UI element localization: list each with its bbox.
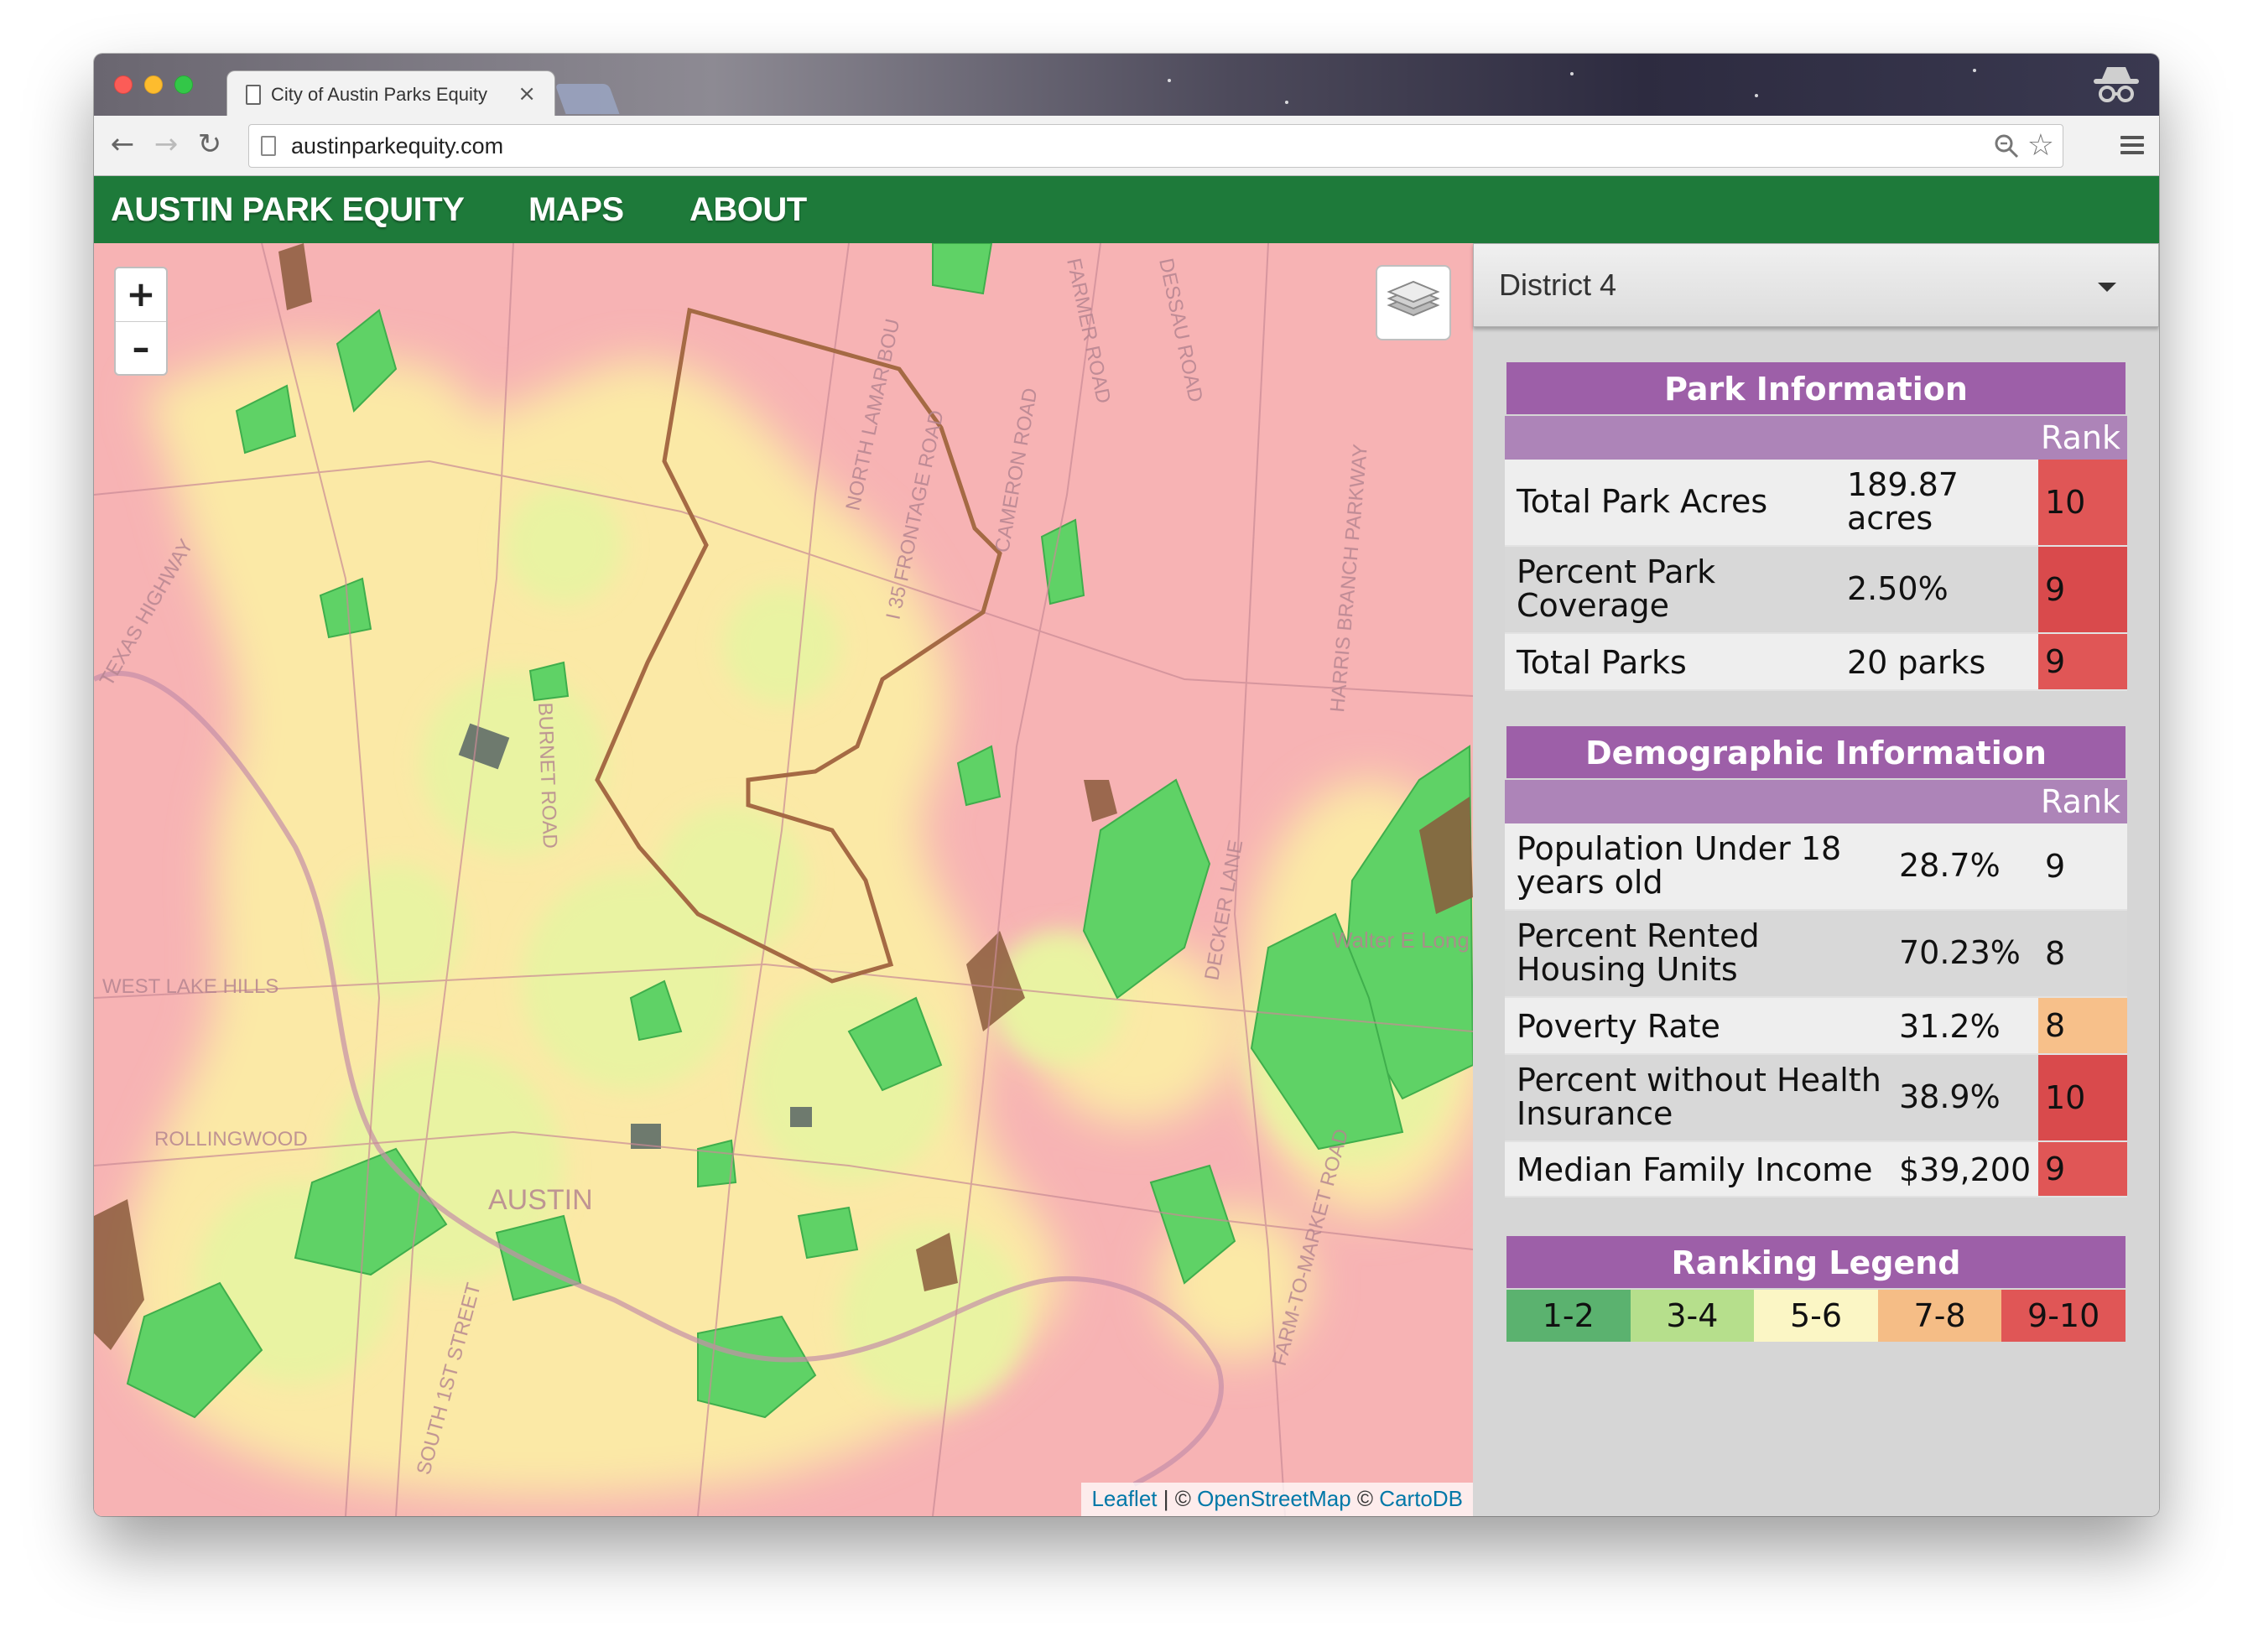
table-row: Total Parks 20 parks 9 <box>1505 634 2127 691</box>
table-row: Total Park Acres 189.87 acres 10 <box>1505 460 2127 547</box>
map-tiles: WEST LAKE HILLS ROLLINGWOOD AUSTIN BURNE… <box>94 243 1473 1516</box>
new-tab-button[interactable] <box>554 84 620 114</box>
zoom-in-button[interactable]: + <box>116 268 166 322</box>
row-value: 31.2% <box>1899 1008 2001 1045</box>
rank-cell: 9 <box>2038 634 2127 689</box>
row-value: 189.87 acres <box>1847 466 1959 537</box>
row-label: Poverty Rate <box>1517 1008 1720 1045</box>
page-icon <box>261 136 276 156</box>
table-row: Percent Park Coverage 2.50% 9 <box>1505 547 2127 634</box>
legend-item: 5-6 <box>1754 1290 1878 1342</box>
row-value: 2.50% <box>1847 570 1949 607</box>
district-select-value: District 4 <box>1499 268 1617 302</box>
row-value: 70.23% <box>1899 934 2021 971</box>
leaflet-link[interactable]: Leaflet <box>1091 1486 1157 1511</box>
map-label-rollingwood: ROLLINGWOOD <box>154 1128 308 1151</box>
attribution-sep-2: © <box>1350 1486 1380 1511</box>
layers-control-button[interactable] <box>1376 265 1451 340</box>
back-arrow-icon[interactable]: ← <box>106 127 139 161</box>
nav-maps-link[interactable]: MAPS <box>528 191 624 229</box>
zoom-icon[interactable] <box>1994 133 2019 158</box>
site-navbar: AUSTIN PARK EQUITY MAPS ABOUT <box>94 176 2159 243</box>
park-info-panel: Park Information Rank Total Park Acres 1… <box>1505 361 2127 691</box>
legend-item: 3-4 <box>1630 1290 1755 1342</box>
table-row: Median Family Income $39,200 9 <box>1505 1142 2127 1197</box>
legend-item: 7-8 <box>1877 1290 2002 1342</box>
browser-titlebar: City of Austin Parks Equity × <box>94 54 2159 116</box>
osm-link[interactable]: OpenStreetMap <box>1197 1486 1351 1511</box>
close-window-button[interactable] <box>114 75 133 94</box>
row-value: 38.9% <box>1899 1078 2001 1115</box>
site-brand-link[interactable]: AUSTIN PARK EQUITY <box>111 191 465 229</box>
chevron-down-icon <box>2098 283 2116 292</box>
rank-cell: 10 <box>2038 460 2127 545</box>
tab-close-button[interactable]: × <box>518 81 536 106</box>
browser-menu-icon[interactable] <box>2120 136 2144 154</box>
browser-window: City of Austin Parks Equity × ← → ↻ aust… <box>94 54 2159 1516</box>
map-attribution: Leaflet | © OpenStreetMap © CartoDB <box>1081 1483 1473 1516</box>
browser-tab[interactable]: City of Austin Parks Equity × <box>226 70 555 116</box>
table-row: Population Under 18 years old 28.7% 9 <box>1505 823 2127 911</box>
demographic-info-panel: Demographic Information Rank Population … <box>1505 725 2127 1197</box>
cartodb-link[interactable]: CartoDB <box>1379 1486 1463 1511</box>
row-label: Percent without Health Insurance <box>1517 1062 1881 1132</box>
layers-icon <box>1387 280 1440 317</box>
rank-cell: 9 <box>2038 547 2127 632</box>
rank-cell: 9 <box>2045 848 2066 885</box>
ranking-legend-title: Ranking Legend <box>1505 1234 2127 1290</box>
legend-item: 1-2 <box>1506 1290 1631 1342</box>
nav-about-link[interactable]: ABOUT <box>689 191 807 229</box>
row-value: 28.7% <box>1899 847 2001 884</box>
forward-arrow-icon[interactable]: → <box>149 127 183 161</box>
rank-cell: 10 <box>2038 1055 2127 1140</box>
table-row: Poverty Rate 31.2% 8 <box>1505 998 2127 1055</box>
address-bar[interactable]: austinparkequity.com ☆ <box>248 124 2063 168</box>
url-text[interactable]: austinparkequity.com <box>291 133 503 159</box>
park-equity-map[interactable]: WEST LAKE HILLS ROLLINGWOOD AUSTIN BURNE… <box>94 243 1473 1516</box>
map-label-austin: AUSTIN <box>488 1184 593 1216</box>
page-icon <box>246 85 261 105</box>
zoom-out-button[interactable]: – <box>116 322 166 376</box>
row-value: 20 parks <box>1847 644 1986 681</box>
row-label: Percent Rented Housing Units <box>1517 917 1760 988</box>
ranking-legend-cells: 1-2 3-4 5-6 7-8 9-10 <box>1505 1290 2127 1343</box>
sidebar: District 4 Park Information Rank Total P… <box>1473 243 2159 1516</box>
district-select[interactable]: District 4 <box>1473 243 2159 327</box>
minimize-window-button[interactable] <box>144 75 163 94</box>
row-label: Population Under 18 years old <box>1517 830 1842 901</box>
map-label-walter: Walter E Long Metropolitan Park <box>1332 927 1473 953</box>
rank-cell: 9 <box>2038 1142 2127 1196</box>
rank-cell: 8 <box>2038 998 2127 1053</box>
legend-item: 9-10 <box>2001 1290 2126 1342</box>
rank-cell: 8 <box>2045 935 2066 972</box>
row-label: Total Park Acres <box>1517 483 1768 520</box>
table-row: Percent without Health Insurance 38.9% 1… <box>1505 1055 2127 1142</box>
attribution-sep: | © <box>1157 1486 1198 1511</box>
browser-toolbar: ← → ↻ austinparkequity.com ☆ <box>94 116 2159 176</box>
row-label: Median Family Income <box>1517 1151 1873 1188</box>
tab-title: City of Austin Parks Equity <box>271 84 487 105</box>
table-row: Percent Rented Housing Units 70.23% 8 <box>1505 911 2127 998</box>
ranking-legend-panel: Ranking Legend 1-2 3-4 5-6 7-8 9-10 <box>1505 1234 2127 1343</box>
park-info-title: Park Information <box>1505 361 2127 416</box>
map-zoom-control: + – <box>114 267 168 376</box>
maximize-window-button[interactable] <box>174 75 193 94</box>
row-value: $39,200 <box>1899 1151 2032 1188</box>
row-label: Percent Park Coverage <box>1517 553 1716 624</box>
demographic-info-rank-header: Rank <box>1505 780 2127 823</box>
map-label-west-lake: WEST LAKE HILLS <box>102 975 278 998</box>
demographic-info-title: Demographic Information <box>1505 725 2127 780</box>
bookmark-star-icon[interactable]: ☆ <box>2027 130 2054 162</box>
reload-icon[interactable]: ↻ <box>193 127 226 161</box>
row-label: Total Parks <box>1517 644 1687 681</box>
incognito-icon <box>2094 67 2139 102</box>
park-info-rank-header: Rank <box>1505 416 2127 460</box>
